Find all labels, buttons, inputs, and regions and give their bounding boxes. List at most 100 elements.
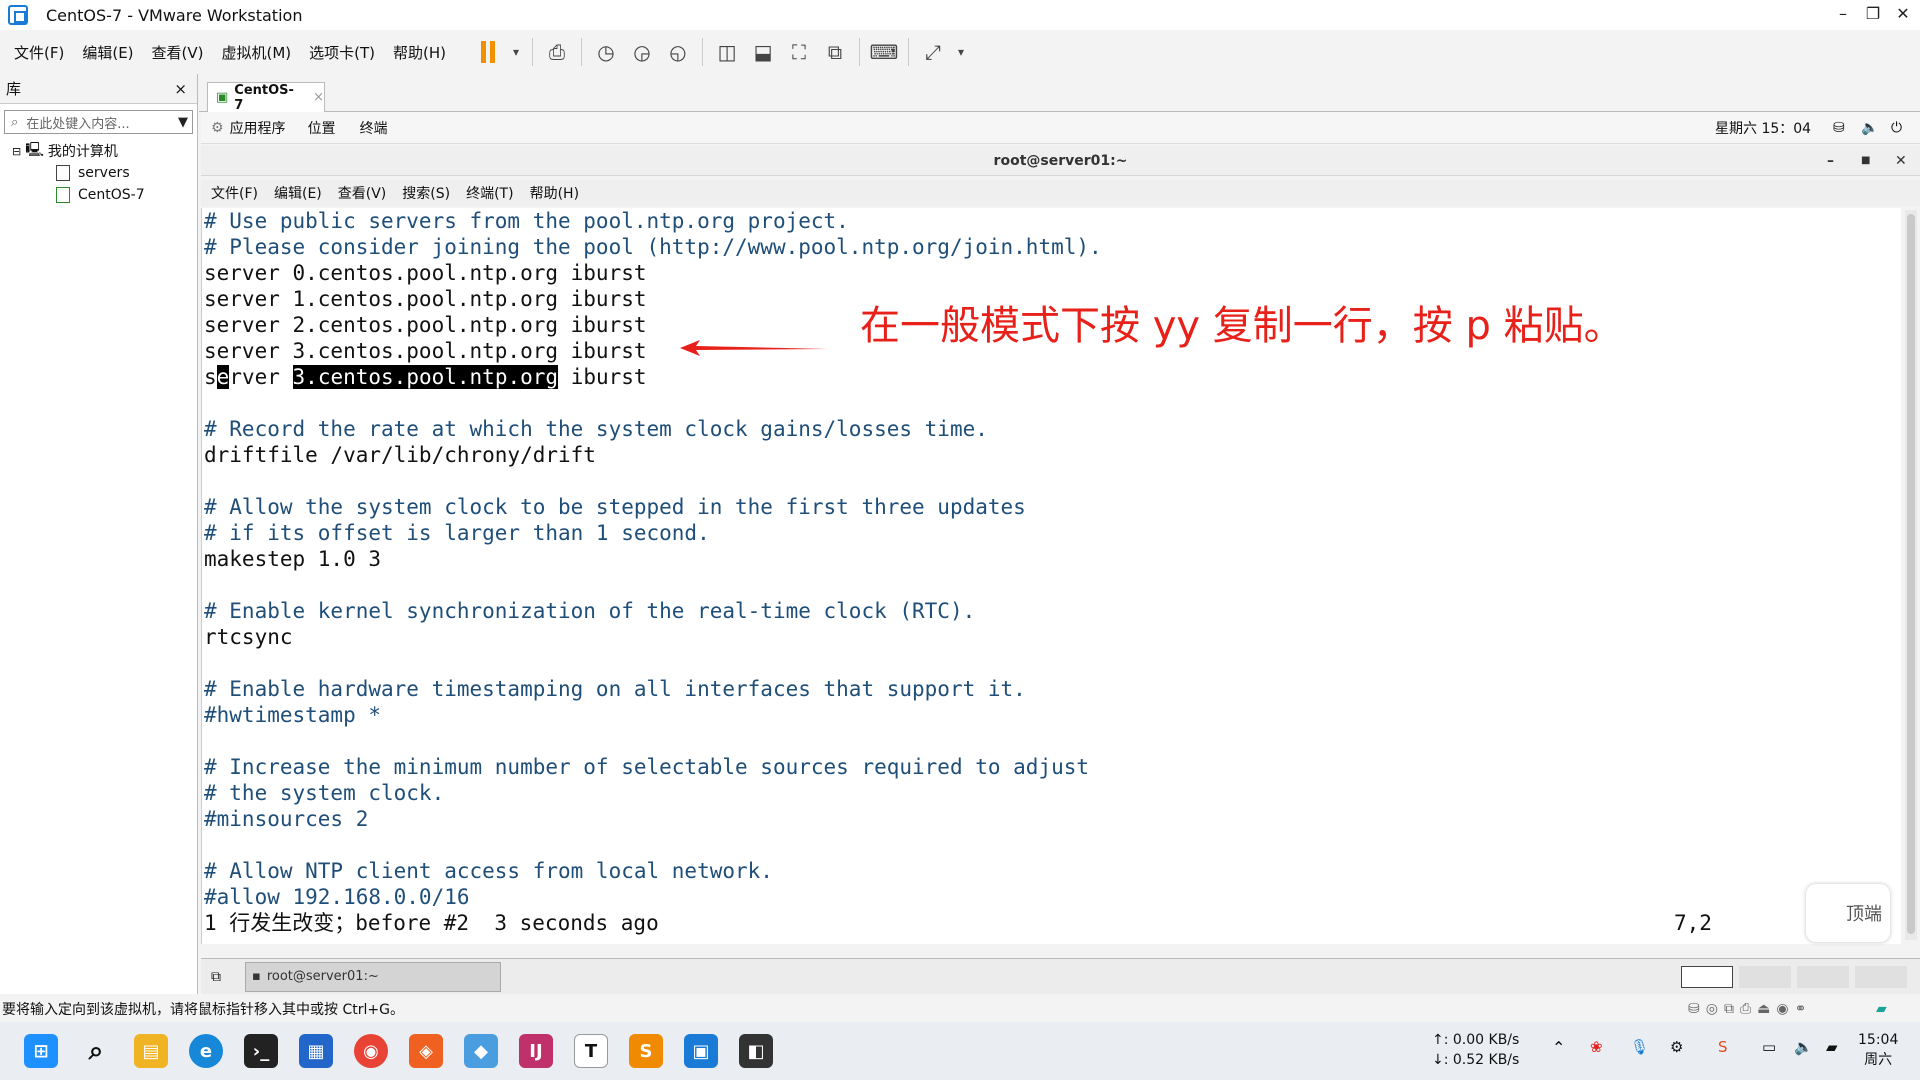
- network-speed: ↑: 0.00 KB/s ↓: 0.52 KB/s: [1432, 1030, 1519, 1070]
- vmware-taskbar-icon[interactable]: ▣: [684, 1034, 718, 1068]
- console-icon[interactable]: ⌨: [869, 37, 899, 67]
- snapshot-icon[interactable]: ◷: [591, 37, 621, 67]
- gnome-applications-menu[interactable]: 应用程序: [230, 118, 286, 138]
- menu-vm[interactable]: 虚拟机(M): [222, 42, 292, 63]
- show-desktop-icon[interactable]: ⧉: [211, 969, 221, 985]
- app-diamond-icon[interactable]: ◆: [464, 1034, 498, 1068]
- vim-status-line: 1 行发生改变；before #2 3 seconds ago 7,2: [202, 910, 1901, 936]
- message-icon[interactable]: ▰: [1876, 1001, 1887, 1017]
- terminal-scrollbar[interactable]: [1905, 210, 1917, 940]
- terminal-minimize-button[interactable]: –: [1827, 153, 1834, 169]
- terminal-menu-terminal[interactable]: 终端(T): [466, 183, 513, 203]
- library-close-button[interactable]: ×: [174, 80, 187, 98]
- scrollbar-thumb[interactable]: [1907, 214, 1915, 934]
- typora-icon[interactable]: T: [574, 1034, 608, 1068]
- pause-button[interactable]: [473, 37, 503, 67]
- text-cursor: e: [216, 365, 230, 389]
- system-clock[interactable]: 15:04 周六: [1858, 1030, 1898, 1070]
- terminal-close-button[interactable]: ✕: [1895, 153, 1907, 169]
- pause-dropdown-icon[interactable]: ▾: [509, 37, 523, 67]
- ime-icon[interactable]: S: [1718, 1038, 1728, 1056]
- menu-file[interactable]: 文件(F): [14, 42, 64, 63]
- terminal-maximize-button[interactable]: ■: [1861, 155, 1870, 166]
- search-icon[interactable]: ⌕: [79, 1034, 113, 1068]
- microphone-icon[interactable]: 🎙: [1630, 1038, 1649, 1056]
- window-titlebar: CentOS-7 - VMware Workstation – ❐ ✕: [0, 0, 1920, 30]
- guest-task-terminal[interactable]: ▪ root@server01:~: [245, 961, 501, 992]
- speaker-icon[interactable]: 🔈: [1794, 1038, 1813, 1056]
- menu-tabs[interactable]: 选项卡(T): [309, 42, 375, 63]
- windows-start-icon[interactable]: ⊞: [24, 1034, 58, 1068]
- computer-icon: 🖳: [25, 142, 44, 158]
- tab-centos7[interactable]: ▣ CentOS-7 ×: [207, 82, 325, 113]
- app-dark-icon[interactable]: ◧: [739, 1034, 773, 1068]
- tab-close-icon[interactable]: ×: [313, 90, 324, 105]
- library-panel: 库 × ⌕ 在此处键入内容... ▼ ⊟ 🖳 我的计算机 servers Cen…: [0, 74, 198, 994]
- library-search-input[interactable]: ⌕ 在此处键入内容... ▼: [4, 110, 193, 134]
- terminal-icon: ▪: [252, 969, 261, 984]
- app-orange-icon[interactable]: ◈: [409, 1034, 443, 1068]
- display-icon[interactable]: ▭: [1762, 1038, 1776, 1056]
- tree-item-servers[interactable]: servers: [12, 162, 197, 184]
- network-icon[interactable]: ⛁: [1833, 120, 1845, 136]
- volume-icon[interactable]: 🔈: [1861, 120, 1878, 136]
- menu-help[interactable]: 帮助(H): [393, 42, 446, 63]
- terminal-menu-view[interactable]: 查看(V): [338, 183, 387, 203]
- send-keys-icon[interactable]: ⎙: [542, 37, 572, 67]
- fullscreen-icon[interactable]: ⛶: [784, 37, 814, 67]
- workspace-1[interactable]: [1681, 965, 1733, 988]
- power-icon[interactable]: ⏻: [1891, 120, 1902, 136]
- sidebar-toggle-icon[interactable]: ◫: [712, 37, 742, 67]
- terminal-line: # Allow NTP client access from local net…: [204, 859, 773, 883]
- workspace-4[interactable]: [1855, 965, 1907, 988]
- workspace-2[interactable]: [1739, 965, 1791, 988]
- stretch-dropdown-icon[interactable]: ▾: [954, 37, 968, 67]
- thumbnail-bar-icon[interactable]: ⬓: [748, 37, 778, 67]
- terminal-menu-edit[interactable]: 编辑(E): [274, 183, 322, 203]
- terminal-line: # the system clock.: [204, 781, 445, 805]
- terminal-app-icon[interactable]: ›_: [244, 1034, 278, 1068]
- terminal-menu-file[interactable]: 文件(F): [211, 183, 258, 203]
- device-status-icons[interactable]: ⛁◎⧉⎙⏏◉⚭: [1688, 1001, 1812, 1017]
- tray-chevron-up-icon[interactable]: ⌃: [1552, 1038, 1565, 1057]
- back-to-top-button[interactable]: 顶端: [1806, 884, 1890, 942]
- tray-gear-icon[interactable]: ⚙: [1670, 1038, 1683, 1056]
- terminal-line: # Record the rate at which the system cl…: [204, 417, 988, 441]
- guest-task-label: root@server01:~: [266, 969, 379, 984]
- chevron-down-icon[interactable]: ▼: [178, 115, 188, 130]
- terminal-line: # Allow the system clock to be stepped i…: [204, 495, 1026, 519]
- snapshot-manager-icon[interactable]: ◵: [663, 37, 693, 67]
- gnome-datetime[interactable]: 星期六 15：04: [1715, 118, 1811, 138]
- edge-icon[interactable]: e: [189, 1034, 223, 1068]
- restore-button[interactable]: ❐: [1858, 4, 1888, 23]
- collapse-icon[interactable]: ⊟: [12, 145, 21, 158]
- terminal-menubar: 文件(F) 编辑(E) 查看(V) 搜索(S) 终端(T) 帮助(H): [201, 180, 1920, 206]
- stretch-icon[interactable]: ⤢: [918, 37, 948, 67]
- menu-edit[interactable]: 编辑(E): [82, 42, 133, 63]
- tree-item-my-computer[interactable]: ⊟ 🖳 我的计算机: [12, 140, 197, 162]
- minimize-button[interactable]: –: [1828, 4, 1858, 23]
- battery-icon[interactable]: ▰: [1826, 1038, 1838, 1056]
- unity-icon[interactable]: ⧉: [820, 37, 850, 67]
- tree-item-centos7[interactable]: CentOS-7: [12, 184, 197, 206]
- menu-view[interactable]: 查看(V): [152, 42, 204, 63]
- jetbrains-icon[interactable]: IJ: [519, 1034, 553, 1068]
- clock-day: 周六: [1864, 1052, 1893, 1068]
- terminal-line: #hwtimestamp *: [204, 703, 382, 727]
- download-speed: ↓: 0.52 KB/s: [1432, 1052, 1520, 1068]
- terminal-menu-help[interactable]: 帮助(H): [530, 183, 579, 203]
- tray-app-icon[interactable]: ❀: [1590, 1038, 1603, 1056]
- file-explorer-icon[interactable]: ▤: [134, 1034, 168, 1068]
- terminal-menu-search[interactable]: 搜索(S): [402, 183, 450, 203]
- close-button[interactable]: ✕: [1888, 4, 1918, 23]
- store-icon[interactable]: ▦: [299, 1034, 333, 1068]
- revert-snapshot-icon[interactable]: ◶: [627, 37, 657, 67]
- gnome-terminal-menu[interactable]: 终端: [360, 118, 388, 138]
- chrome-icon[interactable]: ◉: [354, 1034, 388, 1068]
- workspace-3[interactable]: [1797, 965, 1849, 988]
- sublime-icon[interactable]: S: [629, 1034, 663, 1068]
- gnome-places-menu[interactable]: 位置: [308, 118, 336, 138]
